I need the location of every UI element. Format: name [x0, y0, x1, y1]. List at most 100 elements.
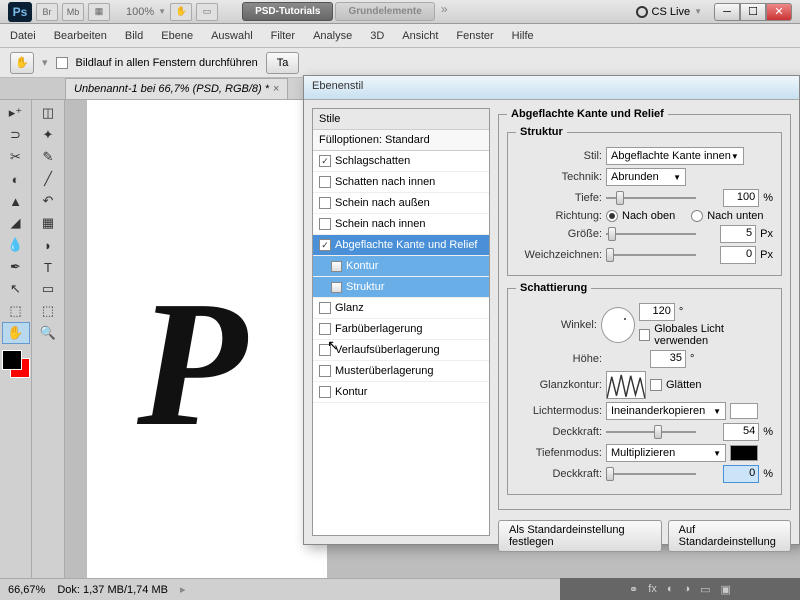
more-workspaces-icon[interactable]: »	[441, 2, 448, 21]
status-zoom[interactable]: 66,67%	[8, 584, 45, 596]
tiefe-input[interactable]: 100	[723, 189, 759, 207]
scroll-all-checkbox[interactable]	[56, 57, 68, 69]
weich-input[interactable]: 0	[720, 246, 756, 264]
hoehe-input[interactable]: 35	[650, 350, 686, 368]
global-light-check[interactable]	[639, 329, 650, 341]
history-brush-tool[interactable]: ↶	[34, 190, 62, 212]
deck2-input[interactable]: 0	[723, 465, 759, 483]
minibridge-btn[interactable]: Mb	[62, 3, 84, 21]
status-docsize[interactable]: Dok: 1,37 MB/1,74 MB	[57, 584, 168, 596]
blur-tool[interactable]: 💧	[2, 234, 30, 256]
eraser-tool[interactable]: ◢	[2, 212, 30, 234]
adjustment-icon[interactable]: ◑	[683, 583, 690, 595]
check-icon[interactable]	[319, 176, 331, 188]
check-icon[interactable]	[319, 239, 331, 251]
hand-tool-btn[interactable]: ✋	[170, 3, 192, 21]
eyedropper-tool[interactable]: ✎	[34, 146, 62, 168]
menu-datei[interactable]: Datei	[10, 30, 36, 42]
make-default-button[interactable]: Als Standardeinstellung festlegen	[498, 520, 662, 552]
zoom-tool[interactable]: 🔍	[34, 322, 62, 344]
tiefen-select[interactable]: Multiplizieren▼	[606, 444, 726, 462]
groesse-slider[interactable]	[606, 226, 716, 242]
stil-select[interactable]: Abgeflachte Kante innen▼	[606, 147, 744, 165]
shape-tool[interactable]: ▭	[34, 278, 62, 300]
check-icon[interactable]	[319, 197, 331, 209]
menu-auswahl[interactable]: Auswahl	[211, 30, 253, 42]
menu-ebene[interactable]: Ebene	[161, 30, 193, 42]
check-icon[interactable]	[319, 155, 331, 167]
menu-bearbeiten[interactable]: Bearbeiten	[54, 30, 107, 42]
style-bevel-selected[interactable]: Abgeflachte Kante und Relief	[313, 235, 489, 256]
lichter-select[interactable]: Ineinanderkopieren▼	[606, 402, 726, 420]
shadow-color[interactable]	[730, 445, 758, 461]
pen-tool[interactable]: ✒	[2, 256, 30, 278]
brush-tool[interactable]: ╱	[34, 168, 62, 190]
style-farbueberlagerung[interactable]: Farbüberlagerung	[313, 319, 489, 340]
style-schatten-innen[interactable]: Schatten nach innen	[313, 172, 489, 193]
fg-color-swatch[interactable]	[2, 350, 22, 370]
heal-tool[interactable]: ◐	[2, 168, 30, 190]
menu-3d[interactable]: 3D	[370, 30, 384, 42]
workspace-tab-inactive[interactable]: Grundelemente	[335, 2, 434, 21]
groesse-input[interactable]: 5	[720, 225, 756, 243]
check-icon[interactable]	[319, 302, 331, 314]
workspace-tab-active[interactable]: PSD-Tutorials	[242, 2, 333, 21]
check-icon[interactable]	[319, 386, 331, 398]
opt-ta-button[interactable]: Ta	[266, 52, 300, 74]
style-muster[interactable]: Musterüberlagerung	[313, 361, 489, 382]
canvas[interactable]: P	[87, 100, 327, 600]
document-tab[interactable]: Unbenannt-1 bei 66,7% (PSD, RGB/8) * ×	[65, 78, 288, 99]
style-schein-innen[interactable]: Schein nach innen	[313, 214, 489, 235]
3d-camera-tool[interactable]: ⬚	[34, 300, 62, 322]
contour-picker[interactable]	[606, 371, 646, 399]
style-struktur-sub[interactable]: Struktur	[313, 277, 489, 298]
style-schein-aussen[interactable]: Schein nach außen	[313, 193, 489, 214]
stamp-tool[interactable]: ▲	[2, 190, 30, 212]
deck1-slider[interactable]	[606, 424, 719, 440]
winkel-input[interactable]: 120	[639, 303, 675, 321]
wand-tool[interactable]: ✦	[34, 124, 62, 146]
weich-slider[interactable]	[606, 247, 716, 263]
close-tab-icon[interactable]: ×	[273, 83, 279, 95]
style-kontur-sub[interactable]: Kontur	[313, 256, 489, 277]
3d-tool[interactable]: ⬚	[2, 300, 30, 322]
hand-tool[interactable]: ✋	[2, 322, 30, 344]
check-icon[interactable]	[319, 344, 331, 356]
glaetten-check[interactable]	[650, 379, 662, 391]
dodge-tool[interactable]: ◗	[34, 234, 62, 256]
menu-hilfe[interactable]: Hilfe	[512, 30, 534, 42]
tiefe-slider[interactable]	[606, 190, 719, 206]
angle-widget[interactable]	[601, 307, 635, 343]
link-icon[interactable]: ⚭	[629, 583, 638, 596]
highlight-color[interactable]	[730, 403, 758, 419]
menu-bild[interactable]: Bild	[125, 30, 143, 42]
menu-ansicht[interactable]: Ansicht	[402, 30, 438, 42]
check-icon[interactable]	[319, 323, 331, 335]
menu-filter[interactable]: Filter	[271, 30, 295, 42]
path-tool[interactable]: ↖	[2, 278, 30, 300]
fill-options[interactable]: Fülloptionen: Standard	[313, 130, 489, 151]
zoom-percent[interactable]: 100%	[126, 6, 154, 18]
styles-header[interactable]: Stile	[313, 109, 489, 130]
radio-up[interactable]	[606, 210, 618, 222]
marquee-tool[interactable]: ◫	[34, 102, 62, 124]
bridge-btn[interactable]: Br	[36, 3, 58, 21]
style-glanz[interactable]: Glanz	[313, 298, 489, 319]
menu-analyse[interactable]: Analyse	[313, 30, 352, 42]
new-layer-icon[interactable]: ▣	[721, 583, 731, 596]
minimize-button[interactable]: ─	[714, 3, 740, 21]
radio-down[interactable]	[691, 210, 703, 222]
check-icon[interactable]	[319, 218, 331, 230]
crop-tool[interactable]: ✂	[2, 146, 30, 168]
folder-icon[interactable]: ▭	[700, 583, 710, 596]
reset-default-button[interactable]: Auf Standardeinstellung	[668, 520, 791, 552]
menu-fenster[interactable]: Fenster	[456, 30, 493, 42]
check-icon[interactable]	[319, 365, 331, 377]
cslive-label[interactable]: CS Live	[652, 6, 691, 18]
lasso-tool[interactable]: ⊃	[2, 124, 30, 146]
move-tool[interactable]: ▸⁺	[2, 102, 30, 124]
fx-icon[interactable]: fx	[648, 583, 657, 595]
view-extras-btn[interactable]: ▦	[88, 3, 110, 21]
style-kontur2[interactable]: Kontur	[313, 382, 489, 403]
style-schlagschatten[interactable]: Schlagschatten	[313, 151, 489, 172]
